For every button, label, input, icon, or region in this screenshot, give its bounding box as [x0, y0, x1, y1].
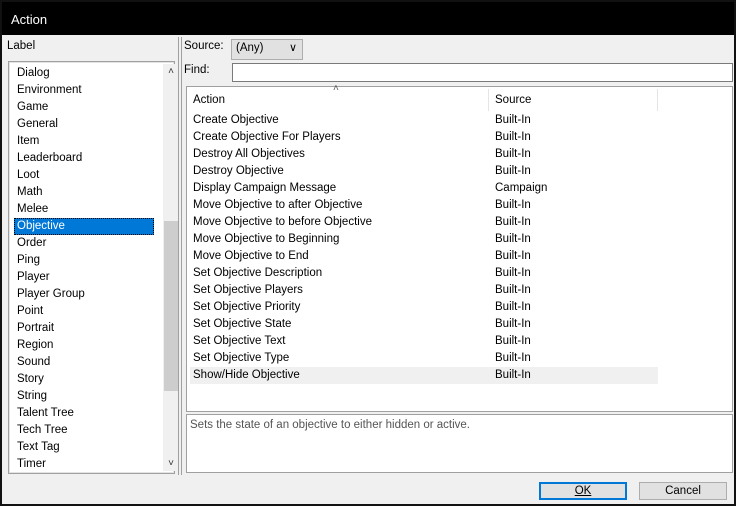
action-source: Built-In [495, 250, 531, 262]
label-item[interactable]: Item [14, 133, 154, 150]
action-source: Built-In [495, 114, 531, 126]
label-item[interactable]: Leaderboard [14, 150, 154, 167]
sort-ascending-icon: ˄ [333, 83, 339, 94]
action-source: Built-In [495, 284, 531, 296]
ok-label: OK [574, 485, 592, 497]
action-name: Set Objective Description [193, 267, 323, 279]
label-item[interactable]: Melee [14, 201, 154, 218]
action-source: Built-In [495, 369, 531, 381]
scroll-up-icon[interactable]: ˄ [163, 66, 179, 77]
scroll-thumb[interactable] [164, 221, 178, 391]
label-item[interactable]: Objective [14, 218, 154, 235]
label-item[interactable]: Portrait [14, 320, 154, 337]
action-source: Built-In [495, 352, 531, 364]
label-item[interactable]: Text Tag [14, 439, 154, 456]
action-name: Create Objective [193, 114, 279, 126]
ok-button[interactable]: OK [539, 482, 627, 500]
action-source: Built-In [495, 267, 531, 279]
label-list-scrollbar[interactable]: ˄ ˅ [163, 64, 179, 471]
table-row[interactable]: Set Objective Priority Built-In [190, 299, 658, 316]
source-value: (Any) [236, 42, 264, 54]
label-item[interactable]: Order [14, 235, 154, 252]
label-item[interactable]: Point [14, 303, 154, 320]
label-heading: Label [7, 40, 36, 52]
table-row[interactable]: Set Objective Type Built-In [190, 350, 658, 367]
action-name: Display Campaign Message [193, 182, 337, 194]
label-item[interactable]: Math [14, 184, 154, 201]
table-row[interactable]: Move Objective to before Objective Built-… [190, 214, 658, 231]
action-source: Built-In [495, 199, 531, 211]
label-item[interactable]: Story [14, 371, 154, 388]
action-name: Set Objective Text [193, 335, 286, 347]
table-row[interactable]: Move Objective to Beginning Built-In [190, 231, 658, 248]
action-name: Set Objective Priority [193, 301, 301, 313]
description-box: Sets the state of an objective to either… [186, 414, 733, 473]
scroll-down-icon[interactable]: ˅ [163, 458, 179, 469]
table-row[interactable]: Set Objective Text Built-In [190, 333, 658, 350]
label-item[interactable]: Timer [14, 456, 154, 473]
action-source: Built-In [495, 233, 531, 245]
action-name: Set Objective Type [193, 352, 290, 364]
chevron-down-icon: ∨ [288, 42, 297, 54]
action-name: Move Objective to End [193, 250, 309, 262]
action-name: Destroy All Objectives [193, 148, 305, 160]
label-item[interactable]: String [14, 388, 154, 405]
action-name: Move Objective to Beginning [193, 233, 340, 245]
table-row[interactable]: Display Campaign Message Campaign [190, 180, 658, 197]
table-row[interactable]: Create Objective Built-In [190, 112, 658, 129]
source-label: Source: [184, 40, 224, 52]
column-header-source[interactable]: Source [489, 89, 658, 111]
label-item[interactable]: Game [14, 99, 154, 116]
find-label: Find: [184, 64, 210, 76]
action-source: Built-In [495, 301, 531, 313]
action-name: Show/Hide Objective [193, 369, 300, 381]
action-name: Destroy Objective [193, 165, 284, 177]
action-name: Move Objective to after Objective [193, 199, 363, 211]
label-item[interactable]: Ping [14, 252, 154, 269]
action-table[interactable]: Action ˄ Source Create Objective Built-In… [186, 83, 733, 412]
panel-splitter[interactable] [178, 37, 182, 475]
table-row[interactable]: Move Objective to after Objective Built-I… [190, 197, 658, 214]
label-item[interactable]: Tech Tree [14, 422, 154, 439]
label-list[interactable]: ˄ ˅ Dialog Environment Game General Item Lead… [8, 61, 179, 474]
table-row[interactable]: Set Objective State Built-In [190, 316, 658, 333]
action-dialog: Action Label ˄ ˅ Dialog Environment Game Ge… [0, 0, 736, 506]
label-item[interactable]: General [14, 116, 154, 133]
label-item[interactable]: Region [14, 337, 154, 354]
action-source: Campaign [495, 182, 548, 194]
title-bar: Action [2, 2, 734, 35]
label-item[interactable]: Player Group [14, 286, 154, 303]
table-row[interactable]: Move Objective to End Built-In [190, 248, 658, 265]
find-input[interactable] [232, 63, 733, 82]
table-row[interactable]: Destroy All Objectives Built-In [190, 146, 658, 163]
action-source: Built-In [495, 318, 531, 330]
table-row[interactable]: Show/Hide Objective Built-In [190, 367, 658, 384]
label-item[interactable]: Environment [14, 82, 154, 99]
action-source: Built-In [495, 216, 531, 228]
action-source: Built-In [495, 131, 531, 143]
label-item[interactable]: Player [14, 269, 154, 286]
label-item[interactable]: Sound [14, 354, 154, 371]
label-item[interactable]: Talent Tree [14, 405, 154, 422]
action-source: Built-In [495, 148, 531, 160]
label-item[interactable]: Loot [14, 167, 154, 184]
table-row[interactable]: Set Objective Players Built-In [190, 282, 658, 299]
action-source: Built-In [495, 165, 531, 177]
table-row[interactable]: Create Objective For Players Built-In [190, 129, 658, 146]
action-name: Set Objective Players [193, 284, 303, 296]
label-item[interactable]: Dialog [14, 65, 154, 82]
action-name: Create Objective For Players [193, 131, 341, 143]
source-dropdown[interactable]: (Any) ∨ [231, 39, 303, 60]
action-name: Move Objective to before Objective [193, 216, 372, 228]
cancel-button[interactable]: Cancel [639, 482, 727, 500]
action-name: Set Objective State [193, 318, 292, 330]
action-source: Built-In [495, 335, 531, 347]
table-row[interactable]: Destroy Objective Built-In [190, 163, 658, 180]
table-row[interactable]: Set Objective Description Built-In [190, 265, 658, 282]
